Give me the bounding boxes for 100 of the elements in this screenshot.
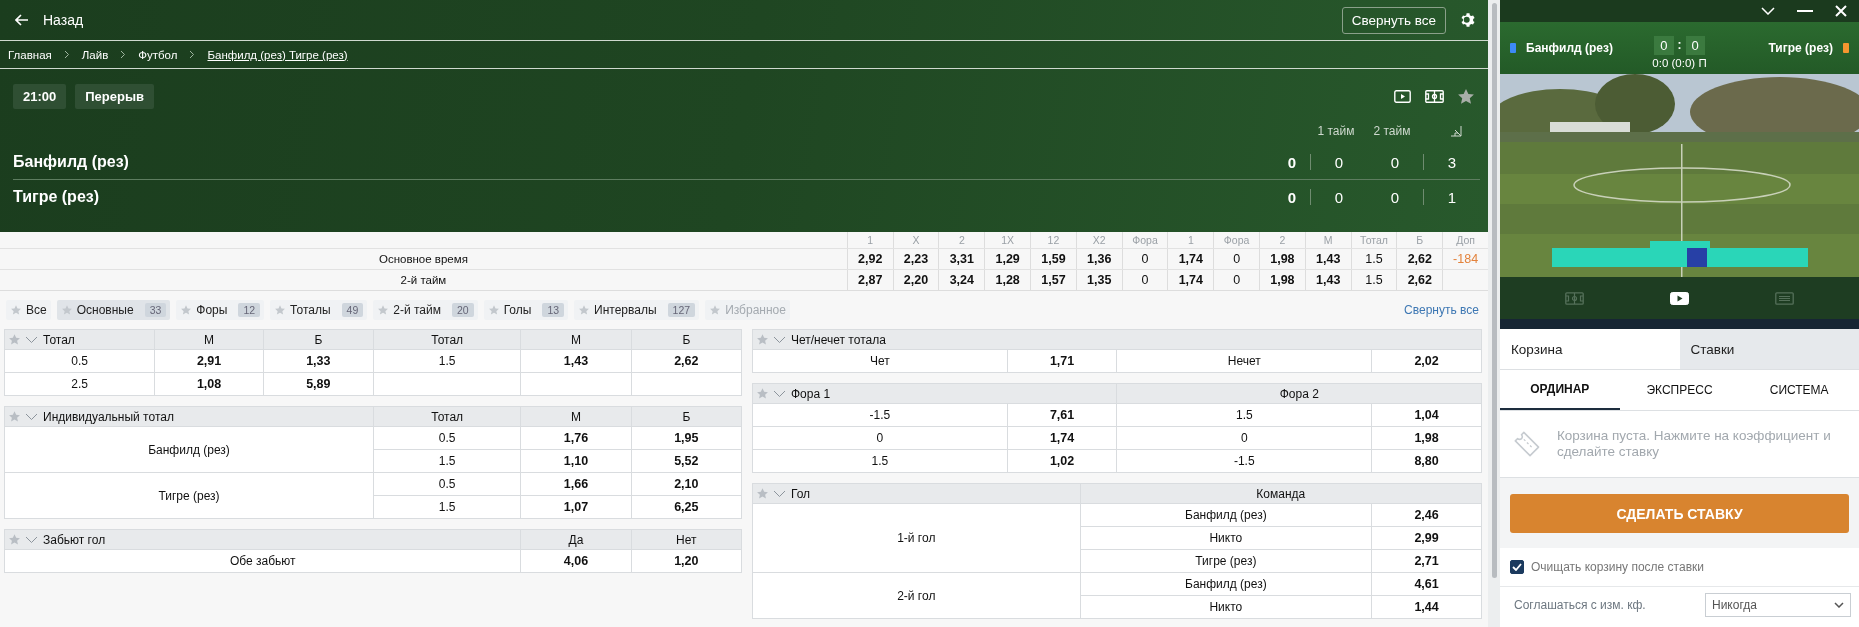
odds-value[interactable]: 7,61 — [1049, 408, 1075, 422]
odds-value[interactable]: 2,99 — [1414, 531, 1439, 545]
odds-cell[interactable]: 1,74 — [1167, 270, 1214, 290]
video-icon[interactable] — [1394, 90, 1411, 103]
odds-cell[interactable]: 2,62 — [1396, 270, 1443, 290]
odds-value[interactable]: 2,62 — [674, 354, 699, 368]
breadcrumb-link[interactable]: Главная — [8, 48, 52, 61]
odds-value[interactable]: 1,43 — [563, 354, 589, 368]
market-title: Забьют гол — [43, 532, 106, 547]
star-icon[interactable] — [181, 305, 192, 315]
odds-cell: 1.5 — [1350, 270, 1397, 290]
star-icon[interactable] — [579, 305, 590, 315]
filter-tab[interactable]: 2-й тайм 20 — [373, 300, 478, 320]
video-icon[interactable] — [1670, 291, 1689, 305]
odds-cell[interactable]: 1,43 — [1304, 270, 1351, 290]
odds-value[interactable]: 1,10 — [563, 454, 589, 468]
odds-value[interactable]: 1,95 — [674, 431, 699, 445]
odds-cell[interactable]: 3,31 — [938, 249, 985, 269]
star-icon[interactable] — [9, 533, 20, 545]
odds-value[interactable]: 1,74 — [1049, 431, 1075, 445]
star-icon[interactable] — [9, 333, 20, 345]
odds-cell[interactable]: 1,57 — [1030, 270, 1076, 290]
bet-type-tab[interactable]: ЭКСПРЕСС — [1619, 370, 1740, 410]
odds-value[interactable]: 4,06 — [563, 554, 589, 568]
filter-tab[interactable]: Тоталы 49 — [270, 300, 368, 320]
filter-tab[interactable]: Форы 12 — [176, 300, 265, 320]
team-name: Тигре (рез) — [1768, 41, 1833, 55]
star-icon[interactable] — [275, 305, 286, 315]
field-icon[interactable] — [1565, 291, 1584, 305]
odds-cell[interactable]: 1,29 — [984, 249, 1031, 269]
odds-value[interactable]: 5,52 — [674, 454, 699, 468]
odds-value[interactable]: 1,44 — [1414, 600, 1439, 614]
odds-cell[interactable]: 2,62 — [1396, 249, 1443, 269]
odds-change-select[interactable]: Никогда — [1705, 593, 1851, 617]
odds-value[interactable]: 1,76 — [563, 431, 589, 445]
odds-value[interactable]: 5,89 — [306, 377, 331, 391]
odds-cell[interactable]: 2,92 — [846, 249, 893, 269]
odds-cell[interactable]: 1,43 — [1304, 249, 1351, 269]
star-icon[interactable] — [378, 305, 389, 315]
breadcrumb-link[interactable]: Лайв — [81, 48, 109, 61]
odds-column-header: Б — [1396, 232, 1443, 248]
settings-icon[interactable] — [1460, 12, 1476, 28]
odds-value[interactable]: 6,25 — [674, 500, 699, 514]
odds-value[interactable]: 1,07 — [563, 500, 589, 514]
odds-value[interactable]: 2,71 — [1414, 554, 1439, 568]
odds-cell[interactable]: 1,36 — [1075, 249, 1122, 269]
close-icon[interactable] — [1835, 5, 1847, 17]
odds-cell[interactable]: 1,98 — [1259, 270, 1305, 290]
odds-value[interactable]: 2,02 — [1414, 354, 1439, 368]
odds-cell[interactable]: 1,74 — [1167, 249, 1214, 269]
breadcrumb-link[interactable]: Банфилд (рез) Тигре (рез) — [207, 48, 348, 61]
filter-tab[interactable]: Все — [6, 300, 51, 320]
odds-column-header: 2 — [1259, 232, 1305, 248]
odds-value[interactable]: 2,46 — [1414, 508, 1439, 522]
odds-value[interactable]: 1,02 — [1049, 454, 1075, 468]
star-icon[interactable] — [9, 410, 20, 422]
market-parameter: 0.5 — [71, 354, 89, 368]
bet-type-tab[interactable]: СИСТЕМА — [1739, 370, 1859, 410]
chevron-right-icon — [120, 50, 127, 59]
odds-value[interactable]: 1,20 — [674, 554, 699, 568]
slip-tab[interactable]: Ставки — [1679, 329, 1859, 369]
checkbox[interactable] — [1510, 560, 1524, 574]
odds-value[interactable]: 2,10 — [674, 477, 699, 491]
odds-value[interactable]: 1,98 — [1414, 431, 1439, 445]
star-icon[interactable] — [757, 387, 768, 399]
odds-value[interactable]: 1,71 — [1049, 354, 1075, 368]
period-header: 1 тайм — [1316, 124, 1356, 138]
odds-value[interactable]: 1,33 — [306, 354, 331, 368]
odds-value[interactable]: 1,08 — [196, 377, 222, 391]
odds-cell[interactable]: 1,28 — [984, 270, 1031, 290]
filter-tab[interactable]: Основные 33 — [56, 300, 171, 320]
bet-type-tab[interactable]: ОРДИНАР — [1500, 370, 1620, 410]
filter-tab[interactable]: Голы 13 — [483, 300, 569, 320]
odds-value[interactable]: 8,80 — [1414, 454, 1439, 468]
star-icon[interactable] — [757, 487, 768, 499]
odds-cell[interactable]: 1,98 — [1259, 249, 1305, 269]
odds-cell[interactable]: 2,23 — [892, 249, 939, 269]
breadcrumb-link[interactable]: Футбол — [138, 48, 178, 61]
odds-value[interactable]: 2,91 — [196, 354, 222, 368]
collapse-all-link[interactable]: Свернуть все — [1404, 303, 1479, 317]
back-link[interactable]: Назад — [15, 12, 84, 28]
star-icon[interactable] — [1458, 89, 1474, 104]
star-icon[interactable] — [11, 305, 21, 315]
market-parameter: 1.5 — [438, 454, 456, 468]
star-icon[interactable] — [757, 333, 768, 345]
odds-value[interactable]: 4,61 — [1414, 577, 1439, 591]
odds-cell[interactable]: 3,24 — [938, 270, 985, 290]
list-icon[interactable] — [1775, 291, 1794, 305]
score-detail: 0:0 (0:0) П — [1652, 56, 1707, 69]
collapse-all-button[interactable]: Свернуть все — [1341, 6, 1446, 34]
minimize-icon[interactable] — [1797, 9, 1813, 13]
filter-tab[interactable]: Интервалы 127 — [574, 300, 700, 320]
star-icon[interactable] — [61, 305, 72, 315]
odds-cell[interactable]: 1,35 — [1075, 270, 1122, 290]
odds-value[interactable]: 1,04 — [1414, 408, 1439, 422]
odds-value[interactable]: 1,66 — [563, 477, 589, 491]
odds-cell[interactable]: 1,59 — [1030, 249, 1076, 269]
star-icon[interactable] — [488, 305, 499, 315]
odds-cell[interactable]: 2,87 — [846, 270, 893, 290]
odds-cell[interactable]: 2,20 — [892, 270, 939, 290]
